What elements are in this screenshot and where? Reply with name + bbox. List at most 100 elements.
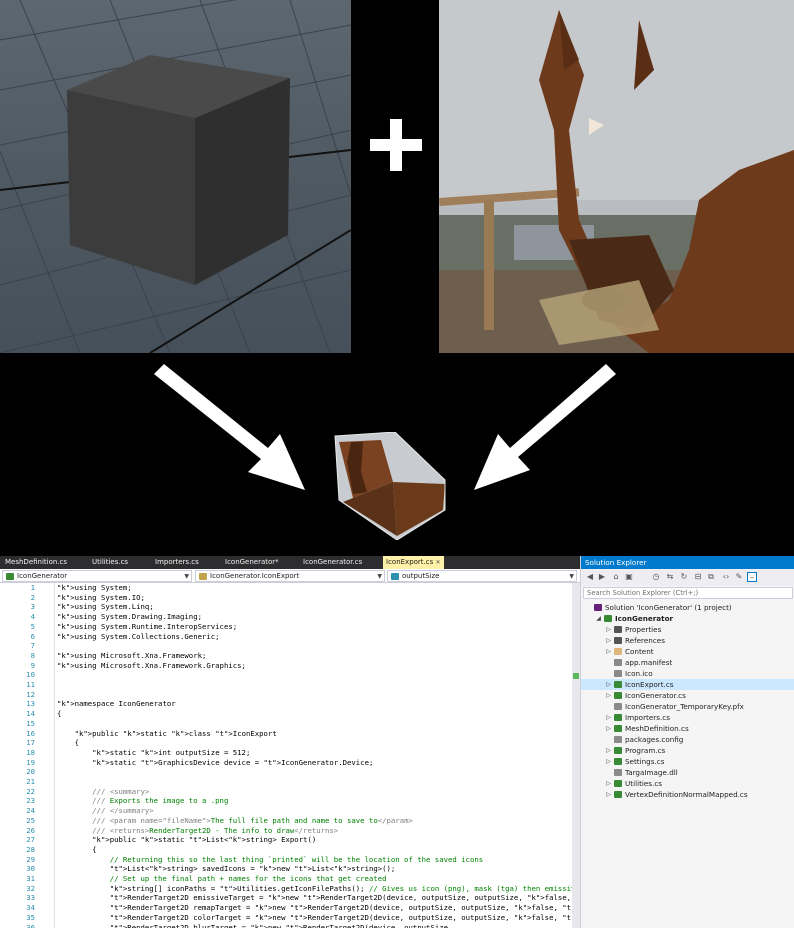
expand-arrow-icon[interactable]: ▷ [605, 635, 612, 646]
expand-arrow-icon[interactable]: ▷ [605, 723, 612, 734]
code-line-text: "k">string[] iconPaths = "t">Utilities.g… [109, 883, 580, 893]
tab-utilities[interactable]: Utilities.cs [92, 556, 128, 569]
code-line[interactable]: 27 "k">public "k">static "t">List<"k">st… [0, 835, 572, 845]
code-line[interactable]: 13 "k">namespace IconGenerator [0, 699, 572, 709]
code-line[interactable]: 30 "t">List<"k">string> savedIcons = "k"… [0, 864, 572, 874]
expand-arrow-icon[interactable]: ▷ [605, 778, 612, 789]
tree-item[interactable]: ▷ Properties [581, 624, 794, 635]
tree-item[interactable]: ▷ Settings.cs [581, 756, 794, 767]
code-line[interactable]: 9 "k">using Microsoft.Xna.Framework.Graph… [0, 661, 572, 671]
tree-item[interactable]: IconGenerator_TemporaryKey.pfx [581, 701, 794, 712]
code-line[interactable]: 33 "t">RenderTarget2D emissiveTarget = "… [0, 893, 580, 903]
tree-item[interactable]: Icon.ico [581, 668, 794, 679]
scroll-marker [573, 673, 579, 679]
expand-arrow-icon[interactable]: ▷ [605, 679, 612, 690]
tree-item[interactable]: packages.config [581, 734, 794, 745]
tab-iconexport[interactable]: IconExport.cs ✕ [383, 556, 444, 569]
code-line[interactable]: 35 "t">RenderTarget2D colorTarget = "k">… [0, 913, 580, 923]
refresh-icon[interactable]: ↻ [679, 572, 689, 582]
code-line[interactable]: 31 // Set up the final path + names for … [0, 874, 572, 884]
switch-views-icon[interactable]: ▣ [624, 572, 634, 582]
tab-icongenerator-designer[interactable]: IconGenerator* [225, 556, 279, 569]
code-line[interactable]: 15 [0, 719, 572, 729]
tab-meshdefinition[interactable]: MeshDefinition.cs [5, 556, 67, 569]
tree-item[interactable]: ▷ VertexDefinitionNormalMapped.cs [581, 789, 794, 800]
close-tab-icon[interactable]: ✕ [436, 559, 441, 566]
code-line[interactable]: 29 // Returning this so the last thing `… [0, 855, 572, 865]
tree-item[interactable]: ▷ IconExport.cs [581, 679, 794, 690]
sync-icon[interactable]: ⇆ [665, 572, 675, 582]
code-line[interactable]: 3 "k">using System.Linq; [0, 602, 572, 612]
code-line[interactable]: 11 [0, 680, 572, 690]
line-number: 17 [26, 738, 35, 748]
code-line[interactable]: 19 "k">static "t">GraphicsDevice device … [0, 758, 572, 768]
code-line[interactable]: 26 /// <returns>RenderTarget2D - The inf… [0, 826, 572, 836]
forward-icon[interactable]: ▶ [597, 572, 607, 582]
code-line[interactable]: 7 [0, 641, 572, 651]
code-line[interactable]: 21 [0, 777, 572, 787]
properties-wrench-icon[interactable]: ✎ [734, 572, 744, 582]
tree-item[interactable]: ◢ IconGenerator [581, 613, 794, 624]
tree-item[interactable]: Solution 'IconGenerator' (1 project) [581, 602, 794, 613]
code-line[interactable]: 14 { [0, 709, 572, 719]
line-number: 36 [26, 922, 35, 928]
show-all-files-icon[interactable]: ⧉ [706, 572, 716, 582]
code-line[interactable]: 8 "k">using Microsoft.Xna.Framework; [0, 651, 572, 661]
tree-item[interactable]: ▷ Importers.cs [581, 712, 794, 723]
code-line[interactable]: 2 "k">using System.IO; [0, 593, 572, 603]
line-number: 15 [26, 718, 35, 728]
expand-arrow-icon[interactable]: ▷ [605, 646, 612, 657]
tab-icongenerator[interactable]: IconGenerator.cs [303, 556, 362, 569]
tab-importers[interactable]: Importers.cs [155, 556, 199, 569]
expand-arrow-icon[interactable]: ▷ [605, 712, 612, 723]
code-line[interactable]: 4 "k">using System.Drawing.Imaging; [0, 612, 572, 622]
code-text-area[interactable]: 1 "k">using System; 2 "k">using System.IO; 3… [0, 583, 580, 928]
vertical-scrollbar[interactable] [572, 583, 580, 928]
tree-item[interactable]: ▷ IconGenerator.cs [581, 690, 794, 701]
code-line[interactable]: 18 "k">static "k">int outputSize = 512; [0, 748, 572, 758]
code-line[interactable]: 1 "k">using System; [0, 583, 572, 593]
line-number: 18 [26, 747, 35, 757]
expand-arrow-icon[interactable]: ◢ [595, 613, 602, 624]
code-line[interactable]: 24 /// </summary> [0, 806, 572, 816]
code-line[interactable]: 32 "k">string[] iconPaths = "t">Utilitie… [0, 884, 580, 894]
history-icon[interactable]: ◷ [651, 572, 661, 582]
expand-arrow-icon[interactable]: ▷ [605, 624, 612, 635]
preview-icon[interactable]: – [747, 572, 757, 582]
tree-item[interactable]: ▷ Utilities.cs [581, 778, 794, 789]
chevron-down-icon: ▼ [569, 573, 574, 580]
code-line[interactable]: 34 "t">RenderTarget2D remapTarget = "k">… [0, 903, 580, 913]
solution-search-input[interactable]: Search Solution Explorer (Ctrl+;) [583, 587, 793, 599]
project-dropdown[interactable]: IconGenerator ▼ [2, 570, 192, 582]
code-line[interactable]: 17 { [0, 738, 572, 748]
code-line[interactable]: 28 { [0, 845, 572, 855]
tree-item[interactable]: ▷ Content [581, 646, 794, 657]
tree-item[interactable]: app.manifest [581, 657, 794, 668]
code-line[interactable]: 22 /// <summary> [0, 787, 572, 797]
code-line[interactable]: 10 [0, 670, 572, 680]
type-dropdown[interactable]: IconGenerator.IconExport ▼ [195, 570, 385, 582]
code-line[interactable]: 16 "k">public "k">static "k">class "t">I… [0, 729, 572, 739]
code-line[interactable]: 12 [0, 690, 572, 700]
code-line[interactable]: 23 /// Exports the image to a .png [0, 796, 572, 806]
tree-item[interactable]: ▷ MeshDefinition.cs [581, 723, 794, 734]
code-line[interactable]: 36 "t">RenderTarget2D blurTarget = "k">n… [0, 923, 572, 928]
code-line[interactable]: 6 "k">using System.Collections.Generic; [0, 632, 572, 642]
tree-item-label: IconGenerator_TemporaryKey.pfx [625, 702, 744, 711]
view-code-icon[interactable]: ‹› [721, 572, 731, 582]
tree-item[interactable]: ▷ References [581, 635, 794, 646]
code-line[interactable]: 20 [0, 767, 572, 777]
member-dropdown[interactable]: outputSize ▼ [387, 570, 577, 582]
expand-arrow-icon[interactable]: ▷ [605, 756, 612, 767]
back-icon[interactable]: ◀ [585, 572, 595, 582]
expand-arrow-icon[interactable]: ▷ [605, 745, 612, 756]
code-line[interactable]: 25 /// <param name="fileName">The full f… [0, 816, 572, 826]
tree-item[interactable]: TargaImage.dll [581, 767, 794, 778]
code-line[interactable]: 5 "k">using System.Runtime.InteropService… [0, 622, 572, 632]
expand-arrow-icon[interactable]: ▷ [605, 690, 612, 701]
expand-arrow-icon[interactable]: ▷ [605, 789, 612, 800]
collapse-all-icon[interactable]: ⊟ [693, 572, 703, 582]
project-dropdown-value: IconGenerator [17, 572, 68, 580]
tree-item[interactable]: ▷ Program.cs [581, 745, 794, 756]
home-icon[interactable]: ⌂ [611, 572, 621, 582]
